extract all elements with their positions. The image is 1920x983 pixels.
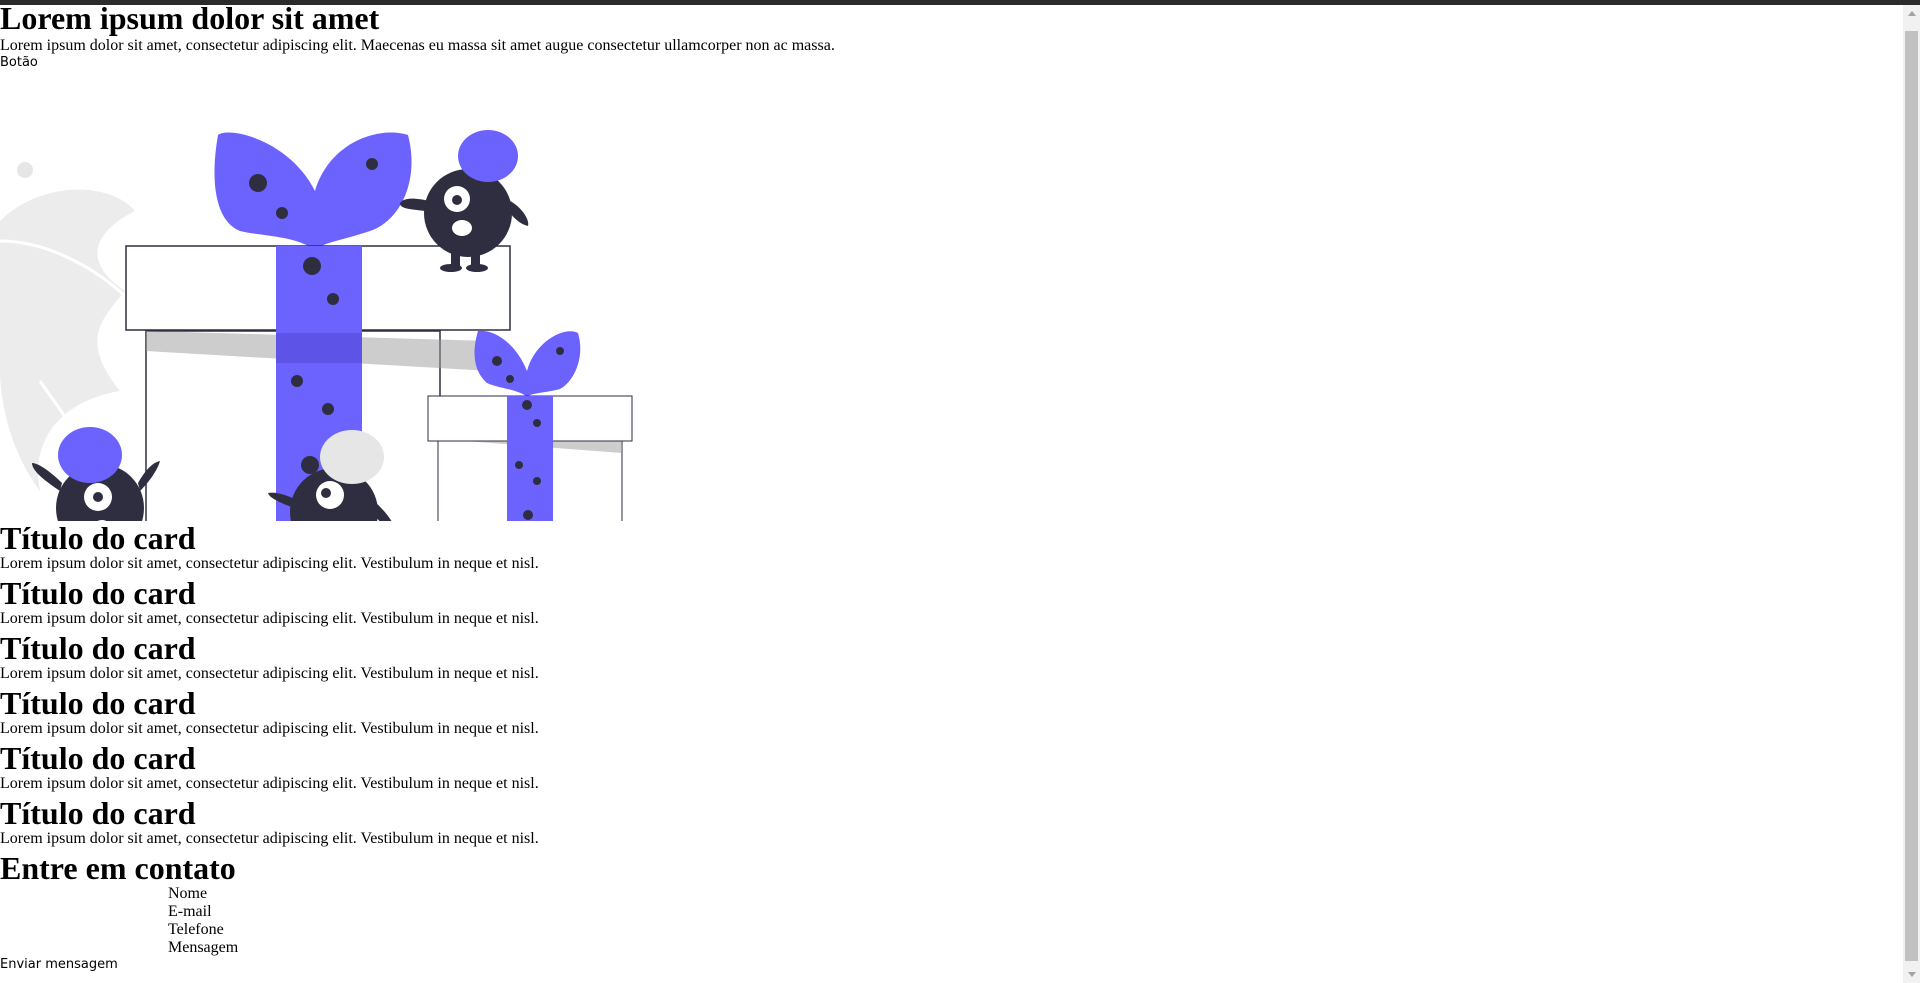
- vertical-scrollbar[interactable]: [1903, 5, 1920, 983]
- scroll-up-arrow-icon[interactable]: [1903, 5, 1920, 22]
- gift-boxes-with-monsters-illustration: [0, 130, 633, 521]
- contact-title: Entre em contato: [0, 850, 236, 886]
- monster-left-icon: [32, 427, 160, 521]
- card: Título do card Lorem ipsum dolor sit ame…: [0, 521, 1903, 576]
- scroll-down-arrow-icon[interactable]: [1903, 966, 1920, 983]
- card: Título do card Lorem ipsum dolor sit ame…: [0, 741, 1903, 796]
- contact-form: Nome E-mail Telefone Mensagem Enviar men…: [0, 885, 1903, 973]
- hero-button[interactable]: Botão: [0, 55, 38, 71]
- card-title: Título do card: [0, 795, 196, 831]
- card-title: Título do card: [0, 520, 196, 556]
- card-text: Lorem ipsum dolor sit amet, consectetur …: [0, 555, 539, 572]
- message-field-label[interactable]: Mensagem: [168, 939, 1903, 957]
- phone-field-label[interactable]: Telefone: [168, 921, 1903, 939]
- cards-section: Título do card Lorem ipsum dolor sit ame…: [0, 521, 1903, 851]
- email-field-label[interactable]: E-mail: [168, 903, 1903, 921]
- page-content: Lorem ipsum dolor sit amet Lorem ipsum d…: [0, 5, 1903, 983]
- card-title: Título do card: [0, 740, 196, 776]
- contact-form-fields: Nome E-mail Telefone Mensagem: [0, 885, 1903, 957]
- card-text: Lorem ipsum dolor sit amet, consectetur …: [0, 830, 539, 847]
- card: Título do card Lorem ipsum dolor sit ame…: [0, 576, 1903, 631]
- hero-title: Lorem ipsum dolor sit amet: [0, 5, 380, 36]
- card: Título do card Lorem ipsum dolor sit ame…: [0, 796, 1903, 851]
- card-text: Lorem ipsum dolor sit amet, consectetur …: [0, 610, 539, 627]
- card: Título do card Lorem ipsum dolor sit ame…: [0, 686, 1903, 741]
- card-text: Lorem ipsum dolor sit amet, consectetur …: [0, 665, 539, 682]
- hero-text: Lorem ipsum dolor sit amet, consectetur …: [0, 37, 835, 54]
- hero-section: Lorem ipsum dolor sit amet Lorem ipsum d…: [0, 5, 1903, 521]
- card-title: Título do card: [0, 630, 196, 666]
- card-text: Lorem ipsum dolor sit amet, consectetur …: [0, 775, 539, 792]
- contact-section: Entre em contato Nome E-mail Telefone Me…: [0, 851, 1903, 973]
- card-title: Título do card: [0, 685, 196, 721]
- scrollbar-thumb[interactable]: [1905, 31, 1918, 961]
- name-field-label[interactable]: Nome: [168, 885, 1903, 903]
- submit-message-button[interactable]: Enviar mensagem: [0, 957, 118, 973]
- card: Título do card Lorem ipsum dolor sit ame…: [0, 631, 1903, 686]
- card-title: Título do card: [0, 575, 196, 611]
- card-text: Lorem ipsum dolor sit amet, consectetur …: [0, 720, 539, 737]
